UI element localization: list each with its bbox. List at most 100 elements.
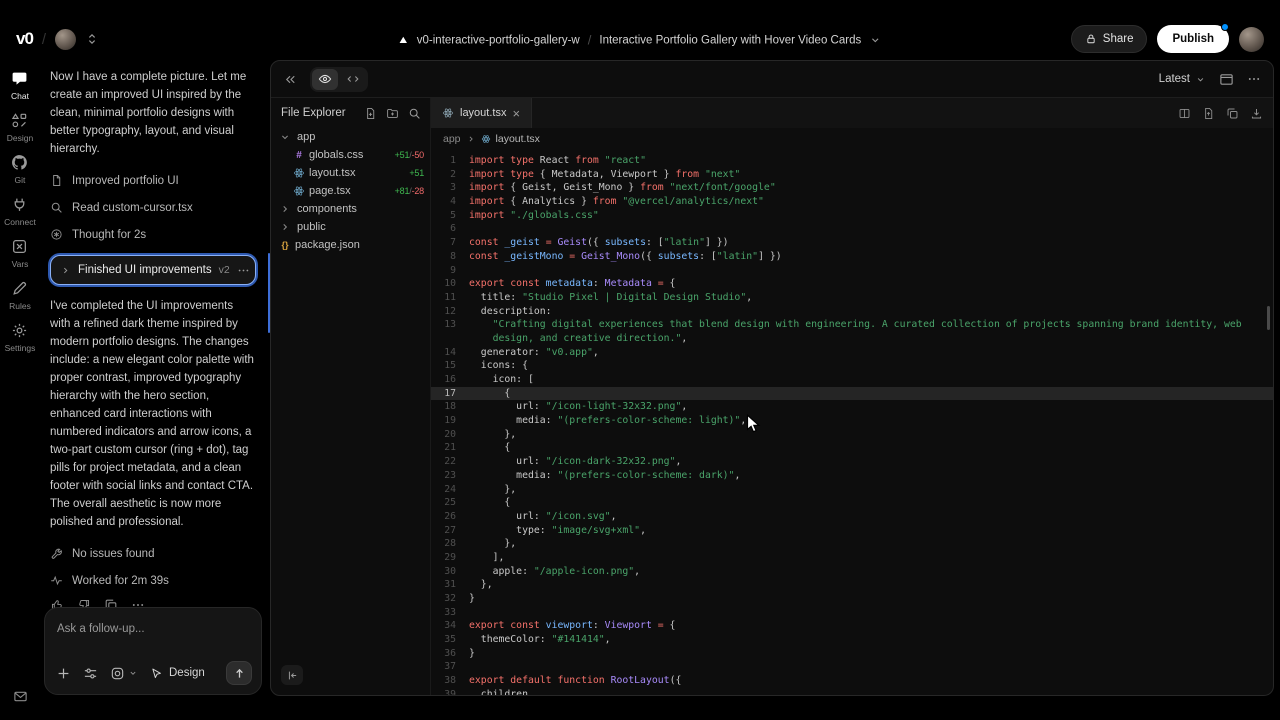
- more-icon[interactable]: [237, 264, 250, 277]
- code-line[interactable]: 17 {: [431, 387, 1273, 401]
- collapse-explorer-button[interactable]: [281, 665, 303, 685]
- send-button[interactable]: [226, 661, 252, 685]
- sidebar-item-design[interactable]: Design: [4, 112, 36, 143]
- editor-scrollbar-thumb[interactable]: [1267, 306, 1270, 330]
- new-file-icon[interactable]: [364, 107, 377, 120]
- tree-item-package-json[interactable]: {}package.json: [271, 236, 430, 254]
- version-selector[interactable]: Latest: [1159, 73, 1206, 85]
- code-line[interactable]: 31 },: [431, 578, 1273, 592]
- model-selector[interactable]: [110, 666, 138, 681]
- version-card[interactable]: Finished UI improvements v2: [50, 255, 256, 285]
- code-line[interactable]: 29 ],: [431, 551, 1273, 565]
- code-line[interactable]: 26 url: "/icon.svg",: [431, 510, 1273, 524]
- line-number: 32: [431, 592, 469, 606]
- close-tab-icon[interactable]: ×: [512, 107, 520, 120]
- sidebar-item-rules[interactable]: Rules: [4, 280, 36, 311]
- code-line[interactable]: 8const _geistMono = Geist_Mono({ subsets…: [431, 250, 1273, 264]
- code-line[interactable]: 10export const metadata: Metadata = {: [431, 277, 1273, 291]
- panel-more-icon[interactable]: [1247, 72, 1261, 86]
- code-line[interactable]: 18 url: "/icon-light-32x32.png",: [431, 400, 1273, 414]
- code-line[interactable]: 12 description:: [431, 305, 1273, 319]
- chevron-down-icon[interactable]: [869, 34, 882, 47]
- chat-task[interactable]: Improved portfolio UI: [50, 167, 256, 194]
- model-icon: [110, 666, 125, 681]
- breadcrumb-file[interactable]: layout.tsx: [496, 133, 540, 145]
- chat-title[interactable]: Interactive Portfolio Gallery with Hover…: [599, 34, 861, 46]
- code-line[interactable]: 16 icon: [: [431, 373, 1273, 387]
- code-line[interactable]: 35 themeColor: "#141414",: [431, 633, 1273, 647]
- code-line[interactable]: 24 },: [431, 483, 1273, 497]
- split-view-icon[interactable]: [1178, 107, 1191, 120]
- code-line[interactable]: 21 {: [431, 441, 1273, 455]
- code-line[interactable]: 14 generator: "v0.app",: [431, 346, 1273, 360]
- sidebar-item-connect[interactable]: Connect: [4, 196, 36, 227]
- code-line[interactable]: 33: [431, 606, 1273, 620]
- code-line[interactable]: 36}: [431, 647, 1273, 661]
- code-line[interactable]: 38export default function RootLayout({: [431, 674, 1273, 688]
- code-line[interactable]: 30 apple: "/apple-icon.png",: [431, 565, 1273, 579]
- code-line[interactable]: 9: [431, 264, 1273, 278]
- code-line[interactable]: 11 title: "Studio Pixel | Digital Design…: [431, 291, 1273, 305]
- chat-input-box[interactable]: Design: [44, 607, 262, 695]
- code-line[interactable]: 13 "Crafting digital experiences that bl…: [431, 318, 1273, 332]
- collapse-panel-icon[interactable]: [283, 72, 298, 87]
- sidebar-item-chat[interactable]: Chat: [4, 70, 36, 101]
- code-line[interactable]: 7const _geist = Geist({ subsets: ["latin…: [431, 236, 1273, 250]
- code-line[interactable]: 25 {: [431, 496, 1273, 510]
- tree-item-layout-tsx[interactable]: layout.tsx+51: [271, 164, 430, 182]
- code-line[interactable]: 34export const viewport: Viewport = {: [431, 619, 1273, 633]
- breadcrumb-root[interactable]: app: [443, 133, 461, 145]
- project-name[interactable]: v0-interactive-portfolio-gallery-w: [417, 34, 580, 46]
- code-line[interactable]: 2import type { Metadata, Viewport } from…: [431, 168, 1273, 182]
- code-line[interactable]: 4import { Analytics } from "@vercel/anal…: [431, 195, 1273, 209]
- copy-code-icon[interactable]: [1226, 107, 1239, 120]
- mail-icon[interactable]: [13, 689, 28, 704]
- code-area[interactable]: 1import type React from "react"2import t…: [431, 150, 1273, 695]
- preview-toggle-button[interactable]: [312, 69, 338, 90]
- status-item[interactable]: Worked for 2m 39s: [50, 567, 256, 594]
- publish-button[interactable]: Publish: [1157, 25, 1229, 53]
- sidebar-item-git[interactable]: Git: [4, 154, 36, 185]
- tree-item-public[interactable]: public: [271, 218, 430, 236]
- code-line[interactable]: 5import "./globals.css": [431, 209, 1273, 223]
- code-line[interactable]: design, and creative direction.",: [431, 332, 1273, 346]
- code-line[interactable]: 23 media: "(prefers-color-scheme: dark)"…: [431, 469, 1273, 483]
- download-icon[interactable]: [1250, 107, 1263, 120]
- workspace-avatar[interactable]: [55, 29, 76, 50]
- user-avatar[interactable]: [1239, 27, 1264, 52]
- code-line[interactable]: 20 },: [431, 428, 1273, 442]
- code-line[interactable]: 22 url: "/icon-dark-32x32.png",: [431, 455, 1273, 469]
- code-line[interactable]: 27 type: "image/svg+xml",: [431, 524, 1273, 538]
- code-line[interactable]: 3import { Geist, Geist_Mono } from "next…: [431, 181, 1273, 195]
- design-mode-button[interactable]: Design: [150, 667, 205, 680]
- code-line[interactable]: 6: [431, 222, 1273, 236]
- workspace-switcher-icon[interactable]: [85, 32, 99, 46]
- tree-item-app[interactable]: app: [271, 128, 430, 146]
- code-line[interactable]: 32}: [431, 592, 1273, 606]
- followup-input[interactable]: [57, 623, 249, 635]
- sidebar-item-vars[interactable]: Vars: [4, 238, 36, 269]
- share-button[interactable]: Share: [1071, 25, 1148, 53]
- browser-icon[interactable]: [1219, 72, 1234, 87]
- tree-item-globals-css[interactable]: #globals.css+51/-50: [271, 146, 430, 164]
- chat-task[interactable]: Read custom-cursor.tsx: [50, 194, 256, 221]
- code-line[interactable]: 1import type React from "react": [431, 154, 1273, 168]
- tree-item-components[interactable]: components: [271, 200, 430, 218]
- code-line[interactable]: 19 media: "(prefers-color-scheme: light)…: [431, 414, 1273, 428]
- export-file-icon[interactable]: [1202, 107, 1215, 120]
- chat-settings-button[interactable]: [83, 666, 98, 681]
- code-line[interactable]: 15 icons: {: [431, 359, 1273, 373]
- code-line[interactable]: 39 children,: [431, 688, 1273, 695]
- tree-item-page-tsx[interactable]: page.tsx+81/-28: [271, 182, 430, 200]
- chat-task[interactable]: Thought for 2s: [50, 221, 256, 248]
- search-files-icon[interactable]: [408, 107, 421, 120]
- code-line[interactable]: 37: [431, 660, 1273, 674]
- attach-button[interactable]: [56, 666, 71, 681]
- code-line[interactable]: 28 },: [431, 537, 1273, 551]
- sidebar-item-settings[interactable]: Settings: [4, 322, 36, 353]
- new-folder-icon[interactable]: [386, 107, 399, 120]
- v0-logo[interactable]: v0: [16, 29, 33, 49]
- status-item[interactable]: No issues found: [50, 540, 256, 567]
- tab-layout-tsx[interactable]: layout.tsx ×: [431, 98, 532, 128]
- code-toggle-button[interactable]: [340, 69, 366, 90]
